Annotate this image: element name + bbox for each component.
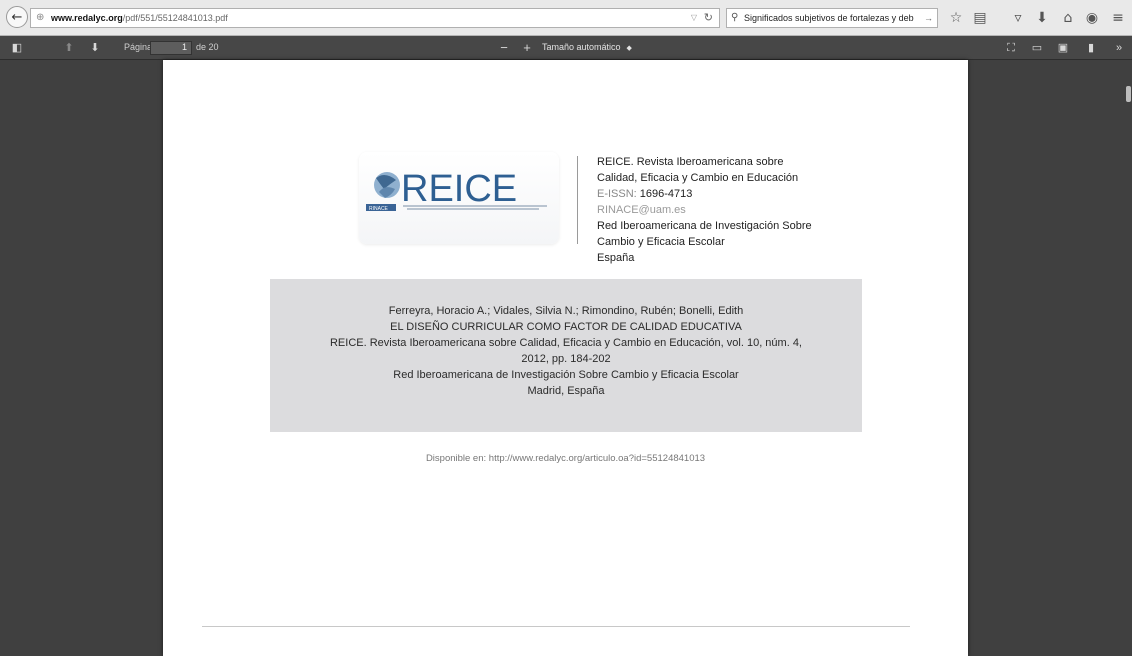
citation-source-2: 2012, pp. 184-202 — [521, 353, 611, 365]
sidebar-toggle-icon[interactable]: ◧ — [10, 40, 24, 56]
zoom-in-icon[interactable]: + — [520, 40, 534, 56]
page-count: de 20 — [196, 42, 219, 52]
issn-line: E-ISSN: 1696-4713 — [597, 186, 857, 202]
pdf-toolbar: ◧ ⬆ ⬇ Página: 1 de 20 − + Tamaño automát… — [0, 36, 1132, 60]
url-dropdown-icon[interactable]: ▽ — [691, 9, 697, 27]
org-name-1: Red Iberoamericana de Investigación Sobr… — [597, 220, 812, 232]
previous-page-icon[interactable]: ⬆ — [62, 40, 76, 56]
citation-publisher: Red Iberoamericana de Investigación Sobr… — [393, 369, 739, 381]
logo-badge: RINACE — [369, 206, 389, 212]
reading-list-icon[interactable]: ▤ — [970, 8, 990, 28]
bookmark-icon[interactable]: ▮ — [1084, 40, 1098, 56]
globe-icon: ⊕ — [36, 12, 45, 23]
url-text: www.redalyc.org/pdf/551/55124841013.pdf — [51, 9, 228, 27]
citation-authors: Ferreyra, Horacio A.; Vidales, Silvia N.… — [388, 305, 744, 317]
browser-navbar: ← ⊕ www.redalyc.org/pdf/551/55124841013.… — [0, 0, 1132, 36]
pdf-viewer[interactable]: REICE RINACE REICE. Revista Iberoamerica… — [0, 60, 1132, 656]
search-icon: ⚲ — [731, 12, 739, 23]
pdf-page: REICE RINACE REICE. Revista Iberoamerica… — [163, 60, 968, 656]
search-input[interactable]: Significados subjetivos de fortalezas y … — [744, 9, 916, 27]
print-icon[interactable]: ▭ — [1030, 40, 1044, 56]
available-link[interactable]: Disponible en: http://www.redalyc.org/ar… — [163, 453, 968, 464]
scrollbar[interactable] — [1125, 60, 1132, 656]
url-bar[interactable]: ⊕ www.redalyc.org/pdf/551/55124841013.pd… — [30, 8, 720, 28]
journal-country: España — [597, 252, 635, 264]
menu-icon[interactable]: ≡ — [1108, 8, 1128, 28]
search-bar[interactable]: ⚲ Significados subjetivos de fortalezas … — [726, 8, 938, 28]
zoom-out-icon[interactable]: − — [497, 40, 511, 56]
org-name-2: Cambio y Eficacia Escolar — [597, 236, 725, 248]
zoom-dropdown-icon: ◆ — [626, 45, 632, 52]
pocket-icon[interactable]: ▿ — [1008, 8, 1028, 28]
home-icon[interactable]: ⌂ — [1058, 8, 1078, 28]
chat-icon[interactable]: ◉ — [1082, 8, 1102, 28]
citation-title: EL DISEÑO CURRICULAR COMO FACTOR DE CALI… — [390, 321, 742, 333]
save-icon[interactable]: ▣ — [1056, 40, 1070, 56]
back-button[interactable]: ← — [6, 6, 28, 28]
next-page-icon[interactable]: ⬇ — [88, 40, 102, 56]
url-domain: www.redalyc.org — [51, 13, 123, 23]
scrollbar-thumb[interactable] — [1126, 86, 1131, 102]
issn-label: E-ISSN: — [597, 188, 637, 200]
zoom-select-value: Tamaño automático — [542, 42, 621, 52]
logo-divider — [577, 156, 578, 244]
search-go-icon[interactable]: → — [924, 9, 933, 27]
reice-logo: REICE RINACE — [359, 152, 559, 244]
footer-divider — [202, 626, 910, 627]
reload-icon[interactable]: ↻ — [704, 9, 713, 27]
download-icon[interactable]: ⬇ — [1032, 8, 1052, 28]
journal-info: REICE. Revista Iberoamericana sobre Cali… — [597, 154, 857, 266]
page-number-input[interactable]: 1 — [150, 41, 192, 55]
journal-name-1: REICE. Revista Iberoamericana sobre — [597, 156, 784, 168]
presentation-mode-icon[interactable]: ⛶ — [1004, 40, 1018, 56]
journal-name-2: Calidad, Eficacia y Cambio en Educación — [597, 172, 799, 184]
logo-text: REICE — [401, 168, 517, 210]
more-tools-icon[interactable]: » — [1112, 40, 1126, 56]
citation-place: Madrid, España — [527, 385, 605, 397]
url-path: /pdf/551/55124841013.pdf — [122, 13, 228, 23]
zoom-select[interactable]: Tamaño automático ◆ — [542, 42, 632, 52]
journal-email: RINACE@uam.es — [597, 204, 686, 216]
citation-box: Ferreyra, Horacio A.; Vidales, Silvia N.… — [270, 279, 862, 432]
citation-source-1: REICE. Revista Iberoamericana sobre Cali… — [329, 337, 802, 349]
bookmark-star-icon[interactable]: ☆ — [946, 8, 966, 28]
issn-value: 1696-4713 — [639, 188, 693, 200]
